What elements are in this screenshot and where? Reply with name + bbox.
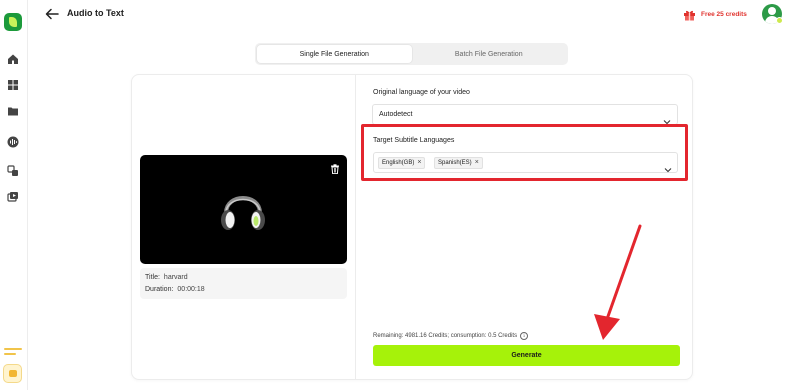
headphones-icon xyxy=(216,183,270,237)
annotation-arrow xyxy=(590,222,646,342)
duration-key: Duration: xyxy=(145,286,174,293)
audio-wave-icon[interactable] xyxy=(7,136,19,148)
home-icon[interactable] xyxy=(7,53,19,65)
credits-label: Free 25 credits xyxy=(701,10,747,18)
title-value: harvard xyxy=(163,274,188,281)
left-sidebar xyxy=(0,0,28,390)
gift-icon xyxy=(683,8,696,21)
original-language-select[interactable]: Autodetect xyxy=(372,104,678,125)
original-language-value: Autodetect xyxy=(379,111,413,118)
arrow-left-icon[interactable] xyxy=(44,7,60,21)
annotation-highlight-box xyxy=(361,124,688,181)
folder-icon[interactable] xyxy=(7,105,19,117)
tab-single-file[interactable]: Single File Generation xyxy=(257,45,412,63)
tab-batch-file[interactable]: Batch File Generation xyxy=(412,45,567,63)
video-export-icon[interactable] xyxy=(7,191,19,203)
info-icon[interactable]: i xyxy=(520,332,529,340)
panel-divider xyxy=(355,75,356,379)
trash-icon[interactable] xyxy=(330,161,340,175)
promo-stripes xyxy=(4,348,22,356)
credits-remaining: Remaining: 4981.16 Credits; consumption:… xyxy=(373,332,529,340)
free-credits-button[interactable]: Free 25 credits xyxy=(683,6,747,22)
original-language-label: Original language of your video xyxy=(373,89,470,96)
page-title: Audio to Text xyxy=(67,8,124,18)
duration-row: Duration: 00:00:18 xyxy=(145,284,342,296)
remaining-text: Remaining: 4981.16 Credits; consumption:… xyxy=(373,333,518,339)
chevron-down-icon xyxy=(663,112,671,125)
translate-icon[interactable] xyxy=(7,165,19,177)
avatar-status-badge xyxy=(776,17,783,24)
generate-button[interactable]: Generate xyxy=(373,345,680,366)
duration-value: 00:00:18 xyxy=(177,286,205,293)
apps-grid-icon[interactable] xyxy=(7,79,19,91)
app-window: Audio to Text Free 25 credits Single Fil… xyxy=(0,0,788,390)
app-logo[interactable] xyxy=(4,13,22,31)
title-row: Title: harvard xyxy=(145,272,342,284)
generation-mode-tabs: Single File Generation Batch File Genera… xyxy=(255,43,568,65)
media-info: Title: harvard Duration: 00:00:18 xyxy=(140,268,347,299)
title-key: Title: xyxy=(145,274,160,281)
premium-badge-icon[interactable] xyxy=(3,364,22,383)
